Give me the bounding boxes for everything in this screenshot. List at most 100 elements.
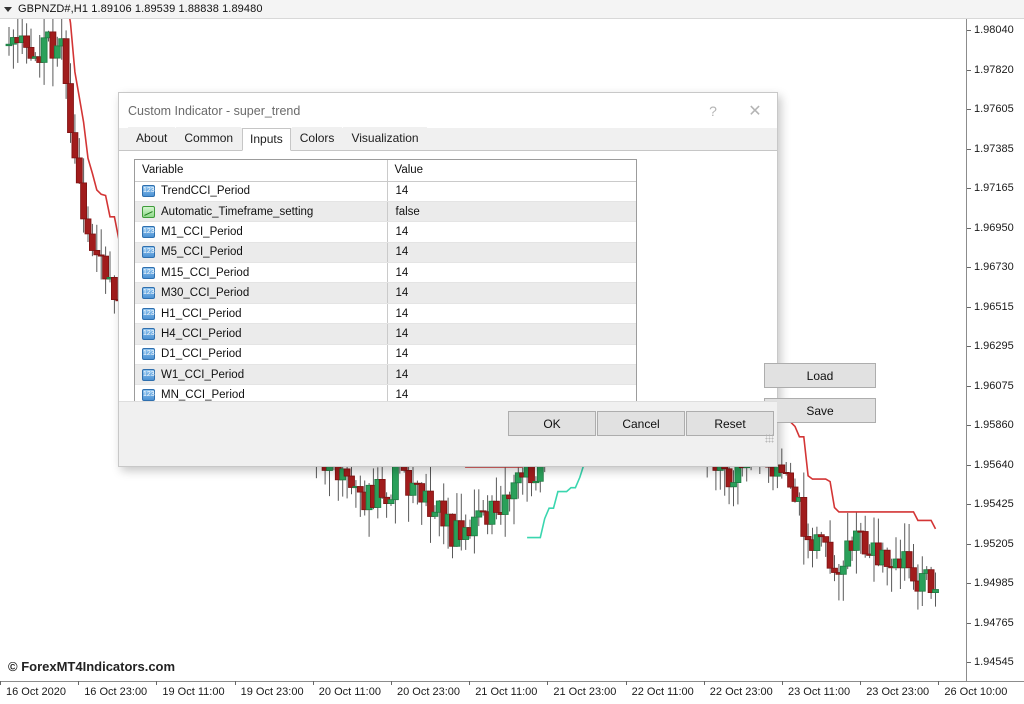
price-tick-label: 1.97385: [967, 143, 1014, 155]
variable-cell: M30_CCI_Period: [135, 282, 387, 304]
time-axis[interactable]: 16 Oct 2020 16 Oct 23:00 19 Oct 11:00 19 Oc…: [0, 681, 1024, 704]
price-tick-label: 1.97605: [967, 103, 1014, 115]
price-tick-label: 1.96950: [967, 222, 1014, 234]
price-axis[interactable]: 1.98040 1.97820 1.97605 1.97385 1.97165 1.969…: [966, 19, 1024, 681]
cancel-button[interactable]: Cancel: [597, 411, 685, 436]
price-tick-label: 1.96515: [967, 301, 1014, 313]
variable-cell: D1_CCI_Period: [135, 344, 387, 366]
number-icon: [142, 327, 155, 340]
value-cell[interactable]: 14: [386, 242, 636, 264]
time-tick-label: 26 Oct 10:00: [938, 681, 1008, 698]
inputs-table-container[interactable]: Variable Value TrendCCI_Period14Automati…: [134, 159, 637, 421]
tab-about[interactable]: About: [128, 127, 176, 150]
price-tick-label: 1.96075: [967, 380, 1014, 392]
price-tick-label: 1.96295: [967, 340, 1014, 352]
table-row[interactable]: TrendCCI_Period 14: [135, 181, 636, 202]
time-tick-label: 19 Oct 23:00: [234, 681, 304, 698]
dialog-footer: OK Cancel Reset: [119, 401, 777, 445]
table-row[interactable]: M1_CCI_Period 14: [135, 221, 636, 243]
value-cell[interactable]: 14: [386, 221, 636, 243]
variable-label: M30_CCI_Period: [161, 287, 250, 300]
help-icon[interactable]: ?: [693, 93, 733, 128]
time-tick-label: 23 Oct 23:00: [860, 681, 930, 698]
table-row[interactable]: M30_CCI_Period 14: [135, 282, 636, 304]
time-tick-label: 20 Oct 11:00: [312, 681, 381, 698]
variable-label: TrendCCI_Period: [161, 185, 251, 198]
table-header-row: Variable Value: [135, 160, 636, 182]
variable-label: M1_CCI_Period: [161, 225, 243, 238]
variable-label: Automatic_Timeframe_setting: [161, 205, 314, 218]
variable-label: M5_CCI_Period: [161, 246, 243, 259]
price-tick-label: 1.97165: [967, 182, 1014, 194]
value-cell[interactable]: 14: [386, 323, 636, 345]
variable-label: H1_CCI_Period: [161, 307, 242, 320]
custom-indicator-dialog: Custom Indicator - super_trend ? ✕ About…: [118, 92, 876, 467]
value-cell[interactable]: false: [386, 201, 636, 223]
reset-button[interactable]: Reset: [686, 411, 774, 436]
preset-buttons-group: Load Save: [764, 363, 876, 423]
number-icon: [142, 287, 155, 300]
price-tick-label: 1.94765: [967, 617, 1014, 629]
number-icon: [142, 368, 155, 381]
mt4-chart-window: GBPNZD#,H1 1.89106 1.89539 1.88838 1.894…: [0, 0, 1024, 704]
number-icon: [142, 389, 155, 402]
close-icon[interactable]: ✕: [733, 93, 777, 128]
number-icon: [142, 225, 155, 238]
dialog-titlebar[interactable]: Custom Indicator - super_trend ? ✕: [119, 93, 777, 128]
time-tick-label: 21 Oct 11:00: [469, 681, 538, 698]
price-tick-label: 1.97820: [967, 64, 1014, 76]
price-tick-label: 1.94545: [967, 656, 1014, 668]
value-cell[interactable]: 14: [386, 364, 636, 386]
variable-label: M15_CCI_Period: [161, 266, 250, 279]
number-icon: [142, 246, 155, 259]
table-row[interactable]: D1_CCI_Period 14: [135, 344, 636, 366]
table-row[interactable]: M15_CCI_Period 14: [135, 262, 636, 284]
value-cell[interactable]: 14: [386, 262, 636, 284]
table-row[interactable]: Automatic_Timeframe_setting false: [135, 201, 636, 223]
time-tick-label: 23 Oct 11:00: [781, 681, 851, 698]
site-watermark: © ForexMT4Indicators.com: [8, 659, 176, 674]
value-cell[interactable]: 14: [386, 282, 636, 304]
save-button[interactable]: Save: [764, 398, 876, 423]
tab-inputs[interactable]: Inputs: [242, 128, 291, 151]
variable-cell: M5_CCI_Period: [135, 242, 387, 264]
time-tick-label: 22 Oct 23:00: [703, 681, 773, 698]
variable-cell: M1_CCI_Period: [135, 221, 387, 243]
table-row[interactable]: H1_CCI_Period 14: [135, 303, 636, 325]
dialog-tabstrip: About Common Inputs Colors Visualization: [119, 127, 777, 151]
variable-cell: M15_CCI_Period: [135, 262, 387, 284]
value-cell[interactable]: 14: [386, 303, 636, 325]
variable-cell: H1_CCI_Period: [135, 303, 387, 325]
table-row[interactable]: H4_CCI_Period 14: [135, 323, 636, 345]
time-tick-label: 19 Oct 11:00: [156, 681, 225, 698]
column-header-variable[interactable]: Variable: [135, 160, 387, 182]
load-button[interactable]: Load: [764, 363, 876, 388]
symbol-ohlc-label: GBPNZD#,H1 1.89106 1.89539 1.88838 1.894…: [18, 3, 263, 15]
variable-label: H4_CCI_Period: [161, 327, 242, 340]
price-tick-label: 1.96730: [967, 261, 1014, 273]
variable-label: W1_CCI_Period: [161, 368, 245, 381]
tab-colors[interactable]: Colors: [291, 127, 343, 150]
number-icon: [142, 307, 155, 320]
ok-button[interactable]: OK: [508, 411, 596, 436]
price-tick-label: 1.95205: [967, 538, 1014, 550]
time-tick-label: 16 Oct 23:00: [78, 681, 148, 698]
value-cell[interactable]: 14: [386, 181, 636, 202]
table-row[interactable]: W1_CCI_Period 14: [135, 364, 636, 386]
variable-label: D1_CCI_Period: [161, 348, 242, 361]
dialog-window-controls: ? ✕: [693, 93, 777, 128]
price-tick-label: 1.95640: [967, 459, 1014, 471]
price-tick-label: 1.98040: [967, 24, 1014, 36]
resize-grip-icon[interactable]: [765, 434, 774, 443]
time-tick-label: 21 Oct 23:00: [547, 681, 617, 698]
tab-common[interactable]: Common: [176, 127, 242, 150]
dialog-body: Variable Value TrendCCI_Period14Automati…: [119, 151, 876, 445]
time-tick-label: 16 Oct 2020: [0, 681, 66, 698]
table-row[interactable]: M5_CCI_Period 14: [135, 242, 636, 264]
variable-cell: Automatic_Timeframe_setting: [135, 201, 387, 223]
tab-visualization[interactable]: Visualization: [343, 127, 427, 150]
variable-cell: H4_CCI_Period: [135, 323, 387, 345]
caret-down-icon[interactable]: [4, 6, 12, 12]
column-header-value[interactable]: Value: [386, 160, 636, 182]
value-cell[interactable]: 14: [386, 344, 636, 366]
